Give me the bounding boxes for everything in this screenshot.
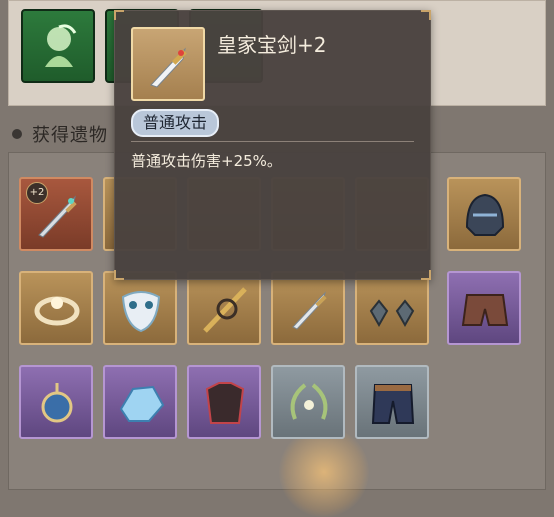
relic-slot-sword[interactable]: +2 xyxy=(19,177,93,251)
amulet-icon xyxy=(41,383,73,423)
earrings-icon xyxy=(369,299,415,328)
relic-slot-earrings[interactable] xyxy=(355,271,429,345)
armor-icon xyxy=(205,382,245,424)
tooltip-item-tag: 普通攻击 xyxy=(131,109,220,137)
pants-icon xyxy=(371,384,415,424)
tooltip-corner-decoration xyxy=(421,10,431,20)
sword-icon xyxy=(38,195,77,238)
tooltip-divider xyxy=(131,141,414,142)
leaf-spirit-icon xyxy=(45,24,77,67)
relic-slot-spear[interactable] xyxy=(187,271,261,345)
relic-slot-crystal[interactable] xyxy=(103,365,177,439)
shorts-icon xyxy=(461,294,509,326)
tooltip-item-name: 皇家宝剑+2 xyxy=(217,33,327,57)
section-header: 获得遗物 xyxy=(12,121,108,147)
selection-glow xyxy=(279,427,369,517)
royal-sword-icon xyxy=(150,47,187,88)
tooltip-corner-decoration xyxy=(114,270,124,280)
item-tooltip: 皇家宝剑+2 普通攻击 普通攻击伤害+25%。 xyxy=(114,10,431,280)
relic-slot-ring[interactable] xyxy=(19,271,93,345)
relic-slot-helmet[interactable] xyxy=(447,177,521,251)
mask-icon xyxy=(121,291,161,333)
laurel-icon xyxy=(290,383,328,420)
relic-slot-dagger[interactable] xyxy=(271,271,345,345)
relic-slot-armor[interactable] xyxy=(187,365,261,439)
spear-icon xyxy=(203,287,247,333)
skill-slot-1[interactable] xyxy=(21,9,95,83)
ring-icon xyxy=(34,296,80,326)
section-title: 获得遗物 xyxy=(32,125,108,146)
tooltip-corner-decoration xyxy=(114,10,124,20)
relic-slot-amulet[interactable] xyxy=(19,365,93,439)
relic-slot-pants[interactable] xyxy=(355,365,429,439)
tooltip-corner-decoration xyxy=(421,270,431,280)
helmet-icon xyxy=(465,193,505,236)
tooltip-item-description: 普通攻击伤害+25%。 xyxy=(131,152,282,170)
relic-slot-shorts[interactable] xyxy=(447,271,521,345)
bullet-icon xyxy=(12,129,22,139)
crystal-icon xyxy=(119,385,165,422)
relic-slot-mask[interactable] xyxy=(103,271,177,345)
tooltip-item-icon-frame xyxy=(131,27,205,101)
dagger-icon xyxy=(292,291,327,330)
relic-slot-laurel[interactable] xyxy=(271,365,345,439)
